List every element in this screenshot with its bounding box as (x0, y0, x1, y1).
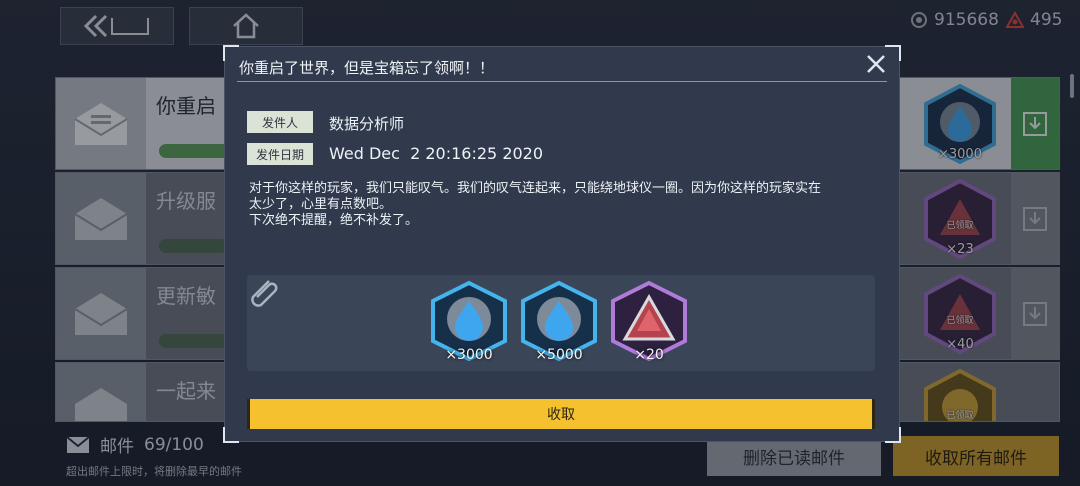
date-value: Wed Dec 2 20:16:25 2020 (329, 144, 544, 163)
mail-body: 对于你这样的玩家，我们只能叹气。我们的叹气连起来，只能绕地球仪一圈。因为你这样的… (249, 181, 822, 228)
attachment-item[interactable]: ×20 (607, 279, 691, 363)
title-divider (237, 81, 887, 82)
attachment-item[interactable]: ×5000 (517, 279, 601, 363)
corner-decoration (885, 427, 901, 443)
paperclip-icon (251, 280, 278, 307)
attachment-item[interactable]: ×3000 (427, 279, 511, 363)
date-label: 发件日期 (247, 143, 313, 165)
mail-detail-dialog: 你重启了世界，但是宝箱忘了领啊！！ 发件人 数据分析师 发件日期 Wed Dec… (223, 45, 901, 443)
corner-decoration (223, 45, 239, 61)
dialog-title: 你重启了世界，但是宝箱忘了领啊！！ (239, 59, 495, 77)
attachment-count: ×3000 (445, 347, 493, 363)
collect-button[interactable]: 收取 (247, 399, 875, 429)
attachment-count: ×5000 (535, 347, 583, 363)
attachment-count: ×20 (634, 347, 664, 363)
corner-decoration (885, 45, 901, 61)
close-icon[interactable] (865, 53, 887, 75)
corner-decoration (223, 427, 239, 443)
sender-value: 数据分析师 (329, 115, 405, 133)
sender-label: 发件人 (247, 111, 313, 133)
